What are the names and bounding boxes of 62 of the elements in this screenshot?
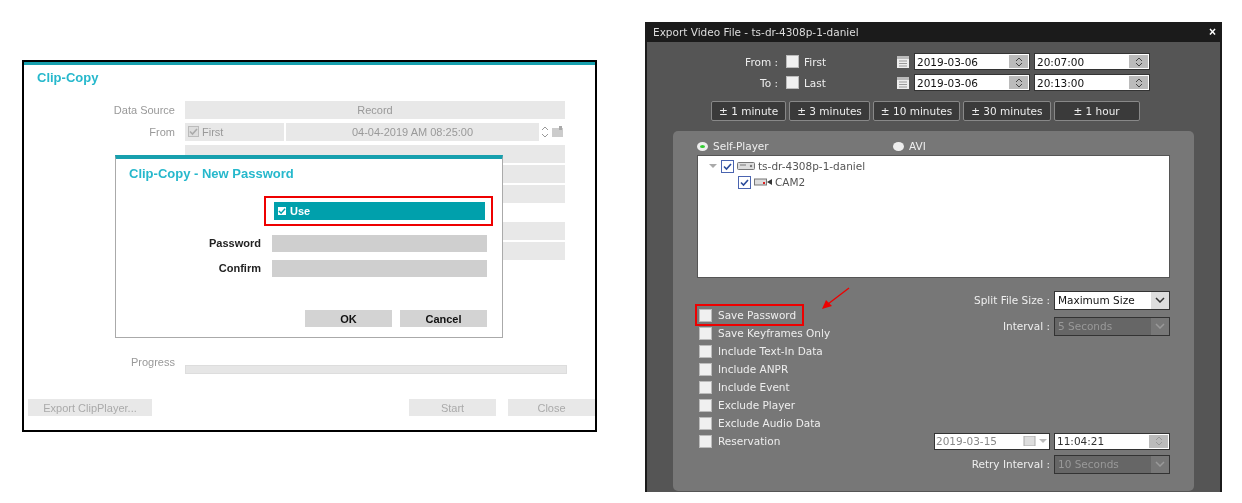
field-label: Retry Interval : (971, 458, 1050, 470)
password-field[interactable] (272, 234, 487, 252)
calendar-icon[interactable] (896, 54, 910, 69)
annotation-arrow (819, 287, 851, 311)
option-checkbox[interactable]: Include Event (697, 378, 796, 396)
check-icon (278, 207, 286, 215)
field-label: Interval : (1002, 320, 1050, 332)
radio-icon[interactable] (697, 141, 708, 151)
field-label: From : (744, 55, 779, 68)
chevron-down-icon[interactable] (1155, 297, 1165, 303)
date-field[interactable]: 2019-03-15 (934, 432, 1050, 450)
date-field[interactable]: 2019-03-06 (914, 53, 1030, 70)
field-label: Confirm (217, 262, 262, 274)
date-field[interactable]: 2019-03-06 (914, 74, 1030, 91)
field-label: Password (208, 237, 262, 249)
window-title: Clip-Copy (36, 69, 99, 87)
time-offset-button[interactable]: ± 30 minutes (963, 101, 1051, 121)
field-label: Split File Size : (974, 294, 1050, 306)
dialog-button[interactable]: Cancel (400, 310, 487, 327)
time-offset-button[interactable]: ± 1 hour (1053, 101, 1140, 121)
time-field[interactable]: 20:13:00 (1034, 74, 1150, 91)
checkbox[interactable] (738, 175, 751, 189)
window-title: Export Video File - ts-dr-4308p-1-daniel (653, 26, 859, 38)
dialog-button[interactable]: OK (305, 310, 392, 327)
checkbox[interactable] (721, 159, 734, 173)
time-offset-button[interactable]: ± 1 minute (711, 101, 787, 121)
calendar-icon[interactable] (896, 75, 910, 90)
field-label: From (148, 125, 176, 138)
camera-icon (754, 177, 772, 187)
option-checkbox[interactable]: Include ANPR (697, 360, 795, 378)
time-field[interactable]: 11:04:21 (1054, 432, 1170, 450)
checkbox[interactable]: Last (786, 76, 896, 89)
use-checkbox[interactable]: Use (274, 202, 485, 220)
data-source-field[interactable]: Record (185, 100, 565, 119)
check-icon (189, 127, 198, 136)
password-field[interactable] (272, 259, 487, 277)
radio-icon[interactable] (893, 141, 904, 151)
time-offset-button[interactable]: ± 10 minutes (872, 101, 961, 121)
collapse-icon[interactable] (708, 162, 718, 170)
dialog-title: Clip-Copy - New Password (129, 166, 294, 181)
option-checkbox[interactable]: Reservation (697, 432, 787, 450)
first-checkbox[interactable]: First (185, 122, 284, 141)
close-button[interactable]: × (1209, 25, 1216, 39)
option-checkbox[interactable]: Exclude Audio Data (697, 414, 827, 432)
option-checkbox[interactable]: Exclude Player (697, 396, 802, 414)
radio-option[interactable]: Self-Player (697, 138, 893, 154)
option-checkbox[interactable]: Include Text-In Data (697, 342, 829, 360)
from-datetime-field[interactable]: 04-04-2019 AM 08:25:00 (286, 122, 539, 141)
tree-item[interactable]: CAM2 (775, 176, 806, 188)
spinner-icon[interactable] (541, 124, 549, 139)
dropdown[interactable]: Maximum Size (1054, 290, 1170, 310)
time-field[interactable]: 20:07:00 (1034, 53, 1150, 70)
checkbox[interactable]: First (786, 55, 896, 68)
time-offset-button[interactable]: ± 3 minutes (789, 101, 870, 121)
option-checkbox[interactable]: Save Password (697, 306, 803, 324)
option-checkbox[interactable]: Save Keyframes Only (697, 324, 837, 342)
field-label: Data Source (112, 103, 176, 116)
tree-item[interactable]: ts-dr-4308p-1-daniel (758, 160, 866, 172)
radio-option[interactable]: AVI (893, 138, 1089, 154)
field-label: To : (759, 76, 779, 89)
recorder-icon (737, 161, 755, 171)
field-label: Progress (129, 356, 176, 368)
